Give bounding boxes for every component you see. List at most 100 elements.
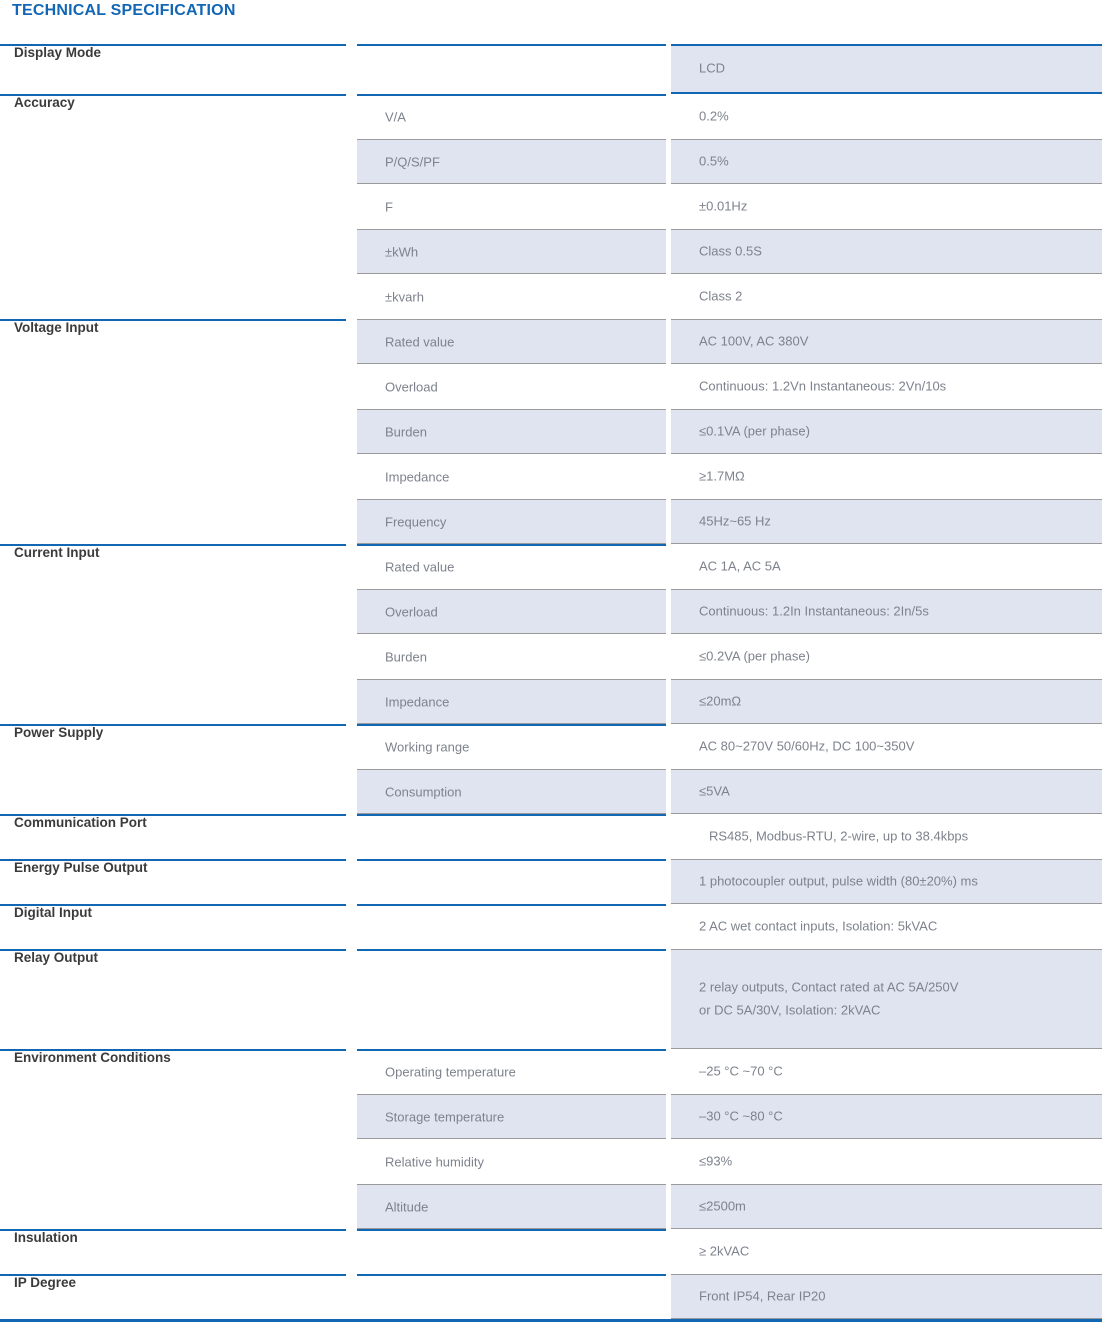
value-cell: 45Hz~65 Hz (666, 499, 1102, 544)
value-text: 2 AC wet contact inputs, Isolation: 5kVA… (699, 918, 938, 934)
parameter-cell-bg (357, 44, 666, 94)
value-text: ≤0.1VA (per phase) (699, 423, 810, 439)
value-text: 45Hz~65 Hz (699, 513, 771, 529)
value-text: ≤2500m (699, 1198, 746, 1214)
value-text: Class 0.5S (699, 243, 762, 259)
table-row: Front IP54, Rear IP20 (0, 1274, 1102, 1319)
parameter-label: ±kWh (385, 244, 419, 259)
value-cell: AC 80~270V 50/60Hz, DC 100~350V (666, 724, 1102, 769)
value-cell-bg (671, 1139, 1102, 1184)
parameter-cell: Burden (0, 409, 666, 454)
parameter-cell: Rated value (0, 319, 666, 364)
table-row: Rated value AC 1A, AC 5A (0, 544, 1102, 589)
parameter-cell (0, 904, 666, 949)
parameter-label: Impedance (385, 694, 450, 709)
parameter-cell-bg (357, 1274, 666, 1319)
parameter-cell (0, 44, 666, 94)
value-cell: 2 AC wet contact inputs, Isolation: 5kVA… (666, 904, 1102, 949)
value-cell: ≤0.1VA (per phase) (666, 409, 1102, 454)
value-cell: RS485, Modbus-RTU, 2-wire, up to 38.4kbp… (666, 814, 1102, 859)
table-row: Burden ≤0.1VA (per phase) (0, 409, 1102, 454)
parameter-label: Consumption (385, 784, 462, 799)
spec-group: Power Supply Working range AC 80~270V 50/6… (0, 724, 1102, 814)
table-row: 2 AC wet contact inputs, Isolation: 5kVA… (0, 904, 1102, 949)
parameter-label: P/Q/S/PF (385, 154, 440, 169)
value-cell: ≥1.7MΩ (666, 454, 1102, 499)
value-text: Front IP54, Rear IP20 (699, 1288, 826, 1304)
page-title: TECHNICAL SPECIFICATION (12, 2, 236, 19)
parameter-label: Frequency (385, 514, 447, 529)
spec-group: Voltage Input Rated value AC 100V, AC 380V… (0, 319, 1102, 544)
value-cell: –30 °C ~80 °C (666, 1094, 1102, 1139)
value-text: –25 °C ~70 °C (699, 1063, 783, 1079)
spec-group: Environment Conditions Operating temperat… (0, 1049, 1102, 1229)
value-text: ≤20mΩ (699, 693, 742, 709)
value-cell: ≤93% (666, 1139, 1102, 1184)
value-cell: 2 relay outputs, Contact rated at AC 5A/… (666, 949, 1102, 1049)
parameter-cell: Frequency (0, 499, 666, 544)
table-row: RS485, Modbus-RTU, 2-wire, up to 38.4kbp… (0, 814, 1102, 859)
table-row: 1 photocoupler output, pulse width (80±2… (0, 859, 1102, 904)
spec-group: Display Mode LCD (0, 44, 1102, 94)
spec-group: Digital Input 2 AC wet contact inputs, Is… (0, 904, 1102, 949)
value-cell: Continuous: 1.2Vn Instantaneous: 2Vn/10s (666, 364, 1102, 409)
value-cell: ±0.01Hz (666, 184, 1102, 229)
value-cell: 0.5% (666, 139, 1102, 184)
value-text: Continuous: 1.2In Instantaneous: 2In/5s (699, 603, 929, 619)
table-row: Overload Continuous: 1.2Vn Instantaneous:… (0, 364, 1102, 409)
parameter-cell: Storage temperature (0, 1094, 666, 1139)
value-cell: 0.2% (666, 94, 1102, 139)
value-text: ≥ 2kVAC (699, 1243, 750, 1259)
parameter-cell: Operating temperature (0, 1049, 666, 1094)
value-text: 2 relay outputs, Contact rated at AC 5A/… (699, 979, 959, 1017)
parameter-cell-bg (357, 814, 666, 859)
value-text: Continuous: 1.2Vn Instantaneous: 2Vn/10s (699, 378, 947, 394)
value-cell: Front IP54, Rear IP20 (666, 1274, 1102, 1319)
value-text: ±0.01Hz (699, 198, 748, 214)
value-cell: AC 1A, AC 5A (666, 544, 1102, 589)
parameter-cell-bg (357, 859, 666, 904)
parameter-label: Working range (385, 739, 470, 754)
table-row: Operating temperature –25 °C ~70 °C (0, 1049, 1102, 1094)
parameter-cell (0, 949, 666, 1049)
parameter-cell-bg (357, 1229, 666, 1274)
table-row: Impedance ≤20mΩ (0, 679, 1102, 724)
value-text: Class 2 (699, 288, 743, 304)
table-row: Burden ≤0.2VA (per phase) (0, 634, 1102, 679)
spec-group: Current Input Rated value AC 1A, AC 5A Over… (0, 544, 1102, 724)
value-cell: ≤5VA (666, 769, 1102, 814)
parameter-cell: Relative humidity (0, 1139, 666, 1184)
parameter-cell: P/Q/S/PF (0, 139, 666, 184)
value-text: 0.2% (699, 108, 729, 124)
value-cell: ≤0.2VA (per phase) (666, 634, 1102, 679)
parameter-cell (0, 1274, 666, 1319)
specification-table: Display Mode LCD Accuracy V/A 0.2% P/Q/S/PF 0.… (0, 44, 1102, 1322)
value-text: 1 photocoupler output, pulse width (80±2… (699, 873, 978, 889)
value-cell: LCD (666, 44, 1102, 94)
table-bottom-rule (0, 1319, 1102, 1322)
table-row: Overload Continuous: 1.2In Instantaneous:… (0, 589, 1102, 634)
table-row: Relative humidity ≤93% (0, 1139, 1102, 1184)
value-text: ≤93% (699, 1153, 733, 1169)
parameter-label: F (385, 199, 393, 214)
parameter-label: Rated value (385, 559, 455, 574)
value-text: RS485, Modbus-RTU, 2-wire, up to 38.4kbp… (709, 828, 969, 844)
value-cell: Class 0.5S (666, 229, 1102, 274)
value-text: LCD (699, 60, 726, 76)
value-cell: ≤20mΩ (666, 679, 1102, 724)
value-cell-bg (671, 769, 1102, 814)
value-cell: ≥ 2kVAC (666, 1229, 1102, 1274)
table-row: Storage temperature –30 °C ~80 °C (0, 1094, 1102, 1139)
parameter-label: Storage temperature (385, 1109, 505, 1124)
spec-group: Insulation ≥ 2kVAC (0, 1229, 1102, 1274)
value-text: ≤5VA (699, 783, 730, 799)
value-cell: ≤2500m (666, 1184, 1102, 1229)
parameter-cell-bg (357, 904, 666, 949)
parameter-cell (0, 1229, 666, 1274)
table-row: Rated value AC 100V, AC 380V (0, 319, 1102, 364)
value-text: ≤0.2VA (per phase) (699, 648, 810, 664)
table-row: ≥ 2kVAC (0, 1229, 1102, 1274)
value-text: AC 1A, AC 5A (699, 558, 781, 574)
parameter-label: Altitude (385, 1199, 429, 1214)
parameter-label: ±kvarh (385, 289, 424, 304)
